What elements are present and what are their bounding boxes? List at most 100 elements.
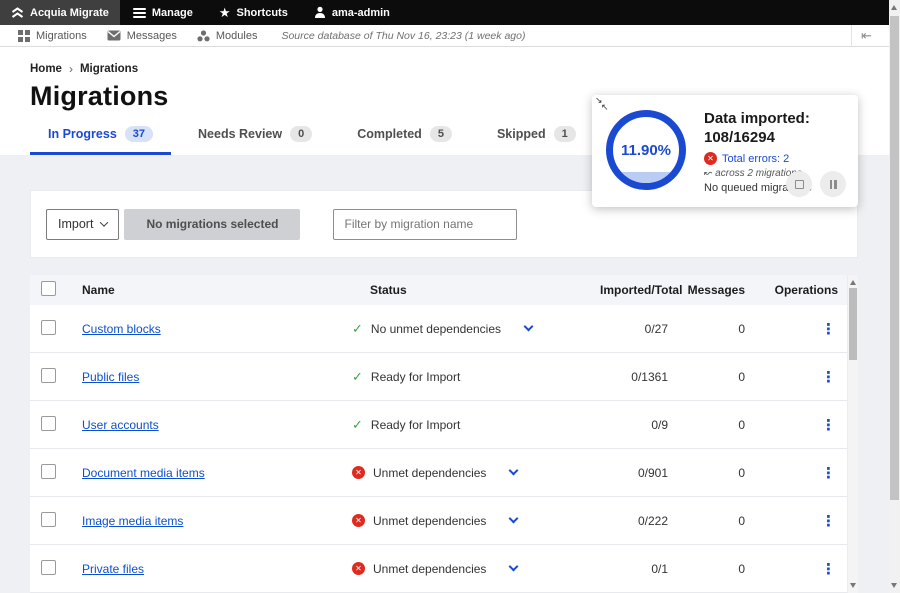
migration-link[interactable]: Private files xyxy=(82,562,144,576)
source-database-note: Source database of Thu Nov 16, 23:23 (1 … xyxy=(281,30,525,42)
breadcrumb: Home › Migrations xyxy=(30,62,889,76)
chevron-down-icon[interactable] xyxy=(524,322,534,332)
header-status: Status xyxy=(352,283,600,297)
migration-link[interactable]: Custom blocks xyxy=(82,322,161,336)
migration-filter-input[interactable] xyxy=(333,209,517,240)
tab-skipped[interactable]: Skipped 1 xyxy=(479,120,594,155)
messages-count: 0 xyxy=(668,418,745,432)
migrations-table: Name Status Imported/Total Messages Oper… xyxy=(30,275,858,593)
messages-label: Messages xyxy=(127,30,177,42)
scrollbar-thumb[interactable] xyxy=(890,16,899,500)
migration-link[interactable]: Image media items xyxy=(82,514,183,528)
table-row: User accounts ✓ Ready for Import 0/9 0 ⋮ xyxy=(30,401,858,449)
status-text: Unmet dependencies xyxy=(373,514,486,528)
stop-button[interactable] xyxy=(786,171,812,197)
brand-label: Acquia Migrate xyxy=(30,7,109,19)
operations-menu-icon[interactable]: ⋮ xyxy=(819,321,838,338)
manage-menu[interactable]: Manage xyxy=(120,0,206,25)
import-dropdown-button[interactable]: Import xyxy=(46,209,119,240)
tab-in-progress[interactable]: In Progress 37 xyxy=(30,120,171,155)
chevron-down-icon[interactable] xyxy=(509,514,519,524)
pause-button[interactable] xyxy=(820,171,846,197)
no-migrations-selected-button: No migrations selected xyxy=(124,209,300,240)
double-chevron-up-icon xyxy=(11,7,24,19)
breadcrumb-home-link[interactable]: Home xyxy=(30,63,62,75)
modules-label: Modules xyxy=(216,30,258,42)
scrollbar-thumb[interactable] xyxy=(849,288,857,360)
main-content: Import No migrations selected Name Statu… xyxy=(0,155,889,593)
tab-completed[interactable]: Completed 5 xyxy=(339,120,470,155)
modules-icon xyxy=(197,30,210,42)
migration-link[interactable]: User accounts xyxy=(82,418,159,432)
progress-percent: 11.90% xyxy=(621,142,671,159)
error-icon: ✕ xyxy=(352,514,365,527)
select-all-checkbox[interactable] xyxy=(41,281,56,296)
data-imported-count: 108/16294 xyxy=(704,128,848,147)
migration-link[interactable]: Public files xyxy=(82,370,139,384)
operations-menu-icon[interactable]: ⋮ xyxy=(819,561,838,578)
row-checkbox[interactable] xyxy=(41,416,56,431)
brand-acquia-migrate[interactable]: Acquia Migrate xyxy=(0,0,120,25)
breadcrumb-current: Migrations xyxy=(80,63,138,75)
progress-card-buttons xyxy=(786,171,846,197)
header-imported-total: Imported/Total xyxy=(600,283,668,297)
error-icon: ✕ xyxy=(704,152,717,165)
page-scrollbar[interactable] xyxy=(889,0,900,593)
scroll-up-arrow-icon[interactable] xyxy=(850,280,856,285)
header-operations: Operations xyxy=(745,283,838,297)
total-errors-link[interactable]: Total errors: 2 xyxy=(722,153,789,165)
user-menu[interactable]: ama-admin xyxy=(301,0,403,25)
status-text: No unmet dependencies xyxy=(371,322,501,336)
user-label: ama-admin xyxy=(332,7,390,19)
table-row: Private files ✕ Unmet dependencies 0/1 0… xyxy=(30,545,858,593)
tab-label: Needs Review xyxy=(198,127,282,141)
scroll-up-arrow-icon[interactable] xyxy=(891,5,897,10)
toolbar-item-migrations[interactable]: Migrations xyxy=(8,30,97,42)
toolbar-collapse-button[interactable]: ⇤ xyxy=(851,25,881,46)
imported-total-value: 0/1361 xyxy=(600,370,668,384)
row-checkbox[interactable] xyxy=(41,512,56,527)
messages-count: 0 xyxy=(668,514,745,528)
row-checkbox[interactable] xyxy=(41,464,56,479)
operations-menu-icon[interactable]: ⋮ xyxy=(819,465,838,482)
operations-menu-icon[interactable]: ⋮ xyxy=(819,417,838,434)
table-scrollbar[interactable] xyxy=(847,275,858,593)
operations-menu-icon[interactable]: ⋮ xyxy=(819,513,838,530)
imported-total-value: 0/27 xyxy=(600,322,668,336)
scroll-down-arrow-icon[interactable] xyxy=(891,583,897,588)
grid-icon xyxy=(18,30,30,42)
operations-menu-icon[interactable]: ⋮ xyxy=(819,369,838,386)
hamburger-icon xyxy=(133,8,146,18)
imported-total-value: 0/1 xyxy=(600,562,668,576)
toolbar-item-modules[interactable]: Modules xyxy=(187,30,268,42)
chevron-down-icon xyxy=(100,218,108,226)
scroll-down-arrow-icon[interactable] xyxy=(850,583,856,588)
table-header-row: Name Status Imported/Total Messages Oper… xyxy=(30,275,858,305)
toolbar-item-messages[interactable]: Messages xyxy=(97,30,187,42)
manage-label: Manage xyxy=(152,7,193,19)
total-errors-line: ✕ Total errors: 2 xyxy=(704,152,848,165)
chevron-down-icon[interactable] xyxy=(509,466,519,476)
shortcuts-label: Shortcuts xyxy=(236,7,287,19)
user-icon xyxy=(314,6,326,19)
tab-needs-review[interactable]: Needs Review 0 xyxy=(180,120,330,155)
migration-link[interactable]: Document media items xyxy=(82,466,205,480)
data-imported-heading: Data imported: xyxy=(704,109,848,128)
status-text: Unmet dependencies xyxy=(373,562,486,576)
resize-handle-icon[interactable]: ↘ ↖ xyxy=(595,96,603,105)
row-checkbox[interactable] xyxy=(41,368,56,383)
messages-count: 0 xyxy=(668,466,745,480)
check-icon: ✓ xyxy=(352,417,363,433)
secondary-toolbar: Migrations Messages Modules Source datab… xyxy=(0,25,889,47)
status-text: Unmet dependencies xyxy=(373,466,486,480)
chevron-down-icon[interactable] xyxy=(509,562,519,572)
shortcuts-menu[interactable]: ★ Shortcuts xyxy=(206,0,301,25)
admin-topbar: Acquia Migrate Manage ★ Shortcuts ama-ad… xyxy=(0,0,889,25)
row-checkbox[interactable] xyxy=(41,560,56,575)
arrow-up-left-icon: ↖ xyxy=(601,103,609,112)
row-checkbox[interactable] xyxy=(41,320,56,335)
check-icon: ✓ xyxy=(352,369,363,385)
tab-count-badge: 5 xyxy=(430,126,452,142)
migrations-label: Migrations xyxy=(36,30,87,42)
messages-count: 0 xyxy=(668,322,745,336)
